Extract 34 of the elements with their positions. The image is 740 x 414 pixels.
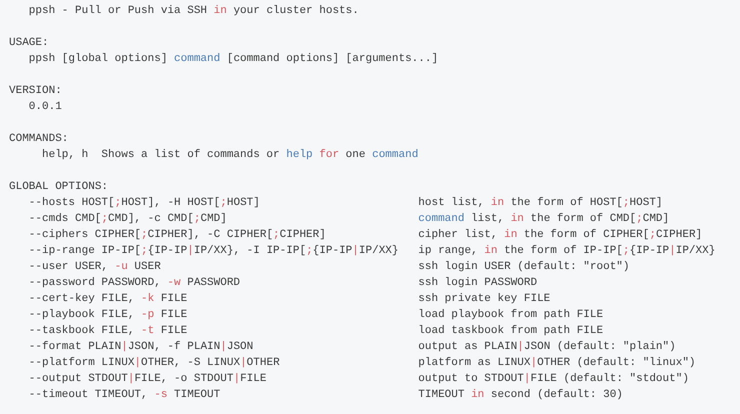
- section-heading: VERSION:: [9, 84, 62, 99]
- option-description: output as PLAIN|JSON (default: "plain"): [418, 340, 676, 355]
- option-description: command list, in the form of CMD[;CMD]: [418, 212, 670, 227]
- option-flags: --playbook FILE, -p FILE: [28, 308, 188, 323]
- code-line: 0.0.1: [28, 100, 62, 115]
- option-flags: --platform LINUX|OTHER, -S LINUX|OTHER: [28, 356, 280, 371]
- section-heading: COMMANDS:: [9, 132, 68, 147]
- option-flags: --hosts HOST[;HOST], -H HOST[;HOST]: [28, 196, 260, 211]
- option-flags: --format PLAIN|JSON, -f PLAIN|JSON: [28, 340, 254, 355]
- option-description: ssh login PASSWORD: [418, 276, 538, 291]
- option-flags: --cert-key FILE, -k FILE: [28, 292, 188, 307]
- option-description: host list, in the form of HOST[;HOST]: [418, 196, 663, 211]
- code-line: ppsh [global options] command [command options] [arguments...]: [28, 52, 438, 67]
- section-heading: USAGE:: [9, 36, 49, 51]
- option-description: ssh login USER (default: "root"): [418, 260, 630, 275]
- option-description: ssh private key FILE: [418, 292, 550, 307]
- option-flags: --timeout TIMEOUT, -s TIMEOUT: [28, 388, 220, 403]
- option-description: load taskbook from path FILE: [418, 324, 604, 339]
- option-flags: --user USER, -u USER: [28, 260, 161, 275]
- option-description: output to STDOUT|FILE (default: "stdout"): [418, 372, 689, 387]
- section-heading: GLOBAL OPTIONS:: [9, 180, 108, 195]
- option-flags: --password PASSWORD, -w PASSWORD: [28, 276, 240, 291]
- option-flags: --taskbook FILE, -t FILE: [28, 324, 188, 339]
- option-description: TIMEOUT in second (default: 30): [418, 388, 623, 403]
- code-line: help, h Shows a list of commands or help for one command: [42, 148, 418, 163]
- option-flags: --cmds CMD[;CMD], -c CMD[;CMD]: [28, 212, 227, 227]
- code-line: ppsh - Pull or Push via SSH in your cluster hosts.: [28, 4, 359, 19]
- option-description: ip range, in the form of IP-IP[;{IP-IP|IP/XX}: [418, 244, 716, 259]
- option-description: load playbook from path FILE: [418, 308, 604, 323]
- option-flags: --ciphers CIPHER[;CIPHER], -C CIPHER[;CIPHER]: [28, 228, 326, 243]
- option-flags: --output STDOUT|FILE, -o STDOUT|FILE: [28, 372, 266, 387]
- option-description: cipher list, in the form of CIPHER[;CIPHER]: [418, 228, 702, 243]
- option-flags: --ip-range IP-IP[;{IP-IP|IP/XX}, -I IP-IP[;{IP-IP|IP/XX}: [28, 244, 398, 259]
- option-description: platform as LINUX|OTHER (default: "linux"): [418, 356, 696, 371]
